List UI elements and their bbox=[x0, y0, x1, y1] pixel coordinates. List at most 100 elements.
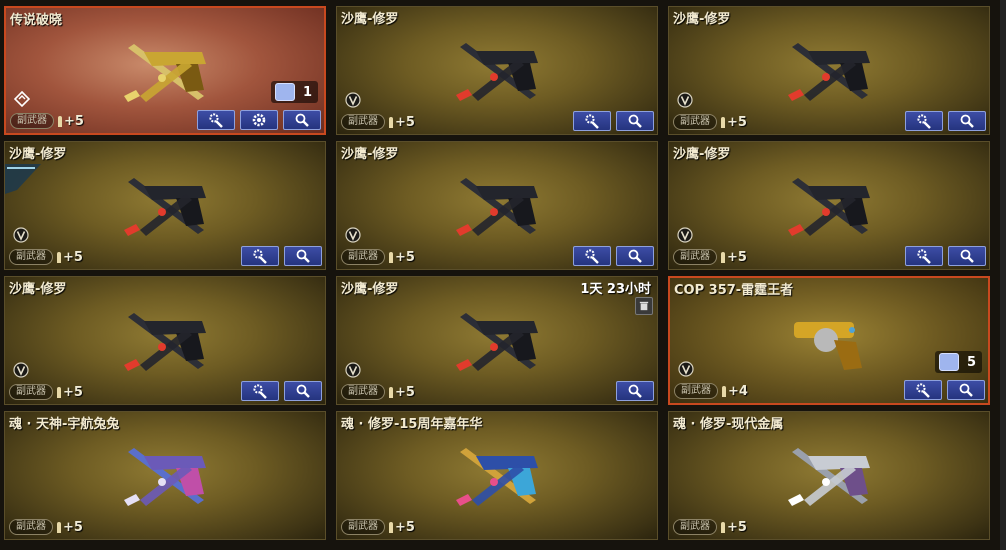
pistol-gem bbox=[822, 73, 830, 81]
upgrade-button[interactable] bbox=[904, 380, 942, 400]
bullet-icon bbox=[389, 116, 393, 128]
weapon-stats: 副武器 +5 bbox=[341, 384, 415, 400]
weapon-card[interactable]: 沙鹰-修罗 副武器 +5 bbox=[4, 141, 326, 270]
item-count-badge: 1 bbox=[270, 81, 318, 103]
category-tag: 副武器 bbox=[9, 519, 53, 535]
upgrade-button[interactable] bbox=[905, 246, 943, 266]
dark-eagle-weapon-image bbox=[456, 43, 538, 101]
weapon-card[interactable]: 沙鹰-修罗 副武器 +5 bbox=[4, 276, 326, 405]
inspect-button[interactable] bbox=[283, 110, 321, 130]
ammo-bonus: +5 bbox=[721, 115, 747, 130]
blade-tip bbox=[124, 90, 140, 102]
ammo-bonus-value: +5 bbox=[64, 113, 84, 129]
pistol-slide bbox=[476, 456, 538, 470]
settings-button[interactable] bbox=[240, 110, 278, 130]
pistol-gem bbox=[158, 343, 166, 351]
blade-tip bbox=[456, 494, 472, 506]
inspect-button[interactable] bbox=[616, 246, 654, 266]
inspect-button[interactable] bbox=[284, 246, 322, 266]
pistol-gem bbox=[490, 478, 498, 486]
scrollbar[interactable] bbox=[1000, 0, 1006, 550]
v-rank-icon bbox=[677, 92, 693, 108]
upgrade-button[interactable] bbox=[905, 111, 943, 131]
v-rank-icon bbox=[13, 362, 29, 378]
ammo-bonus: +5 bbox=[57, 250, 83, 265]
inspect-button[interactable] bbox=[616, 111, 654, 131]
ammo-bonus-value: +5 bbox=[63, 519, 83, 535]
pistol-gem bbox=[158, 208, 166, 216]
ammo-bonus: +5 bbox=[721, 520, 747, 535]
upgrade-button[interactable] bbox=[241, 381, 279, 401]
ammo-bonus-value: +5 bbox=[63, 249, 83, 265]
gold-revolver-weapon-image bbox=[794, 322, 862, 370]
upgrade-button[interactable] bbox=[573, 246, 611, 266]
wrench-gear-icon bbox=[253, 384, 267, 399]
weapon-card[interactable]: 魂 · 天神-宇航兔兔 副武器 +5 bbox=[4, 411, 326, 540]
weapon-card[interactable]: 沙鹰-修罗 副武器 +5 bbox=[668, 141, 990, 270]
dark-eagle-weapon-image bbox=[456, 313, 538, 371]
card-actions bbox=[905, 111, 986, 131]
rental-timer: 1天 23小时 bbox=[580, 282, 651, 297]
magnifier-icon bbox=[295, 113, 309, 127]
blade-tip bbox=[456, 359, 472, 371]
ammo-bonus-value: +5 bbox=[395, 249, 415, 265]
blue-eagle-weapon-image bbox=[456, 448, 538, 506]
ammo-bonus-value: +5 bbox=[395, 114, 415, 130]
weapon-card[interactable]: 传说破晓 1 副武器 +5 bbox=[4, 6, 326, 135]
weapon-stats: 副武器 +5 bbox=[9, 384, 83, 400]
ammo-bonus-value: +5 bbox=[395, 384, 415, 400]
weapon-name: 沙鹰-修罗 bbox=[673, 147, 731, 162]
weapon-card[interactable]: COP 357-雷霆王者 5 副武器 +4 bbox=[668, 276, 990, 405]
pistol-gem bbox=[822, 478, 830, 486]
magnifier-icon bbox=[628, 249, 642, 263]
v-rank-icon bbox=[345, 227, 361, 243]
weapon-name: 魂 · 修罗-现代金属 bbox=[673, 417, 784, 432]
weapon-card[interactable]: 沙鹰-修罗 1天 23小时副武器 +5 bbox=[336, 276, 658, 405]
magnifier-icon bbox=[959, 383, 973, 397]
bullet-icon bbox=[57, 386, 61, 398]
wrench-gear-icon bbox=[585, 249, 599, 264]
weapon-card[interactable]: 沙鹰-修罗 副武器 +5 bbox=[668, 6, 990, 135]
weapon-stats: 副武器 +5 bbox=[341, 114, 415, 130]
trash-icon bbox=[639, 301, 649, 311]
inspect-button[interactable] bbox=[284, 381, 322, 401]
upgrade-button[interactable] bbox=[241, 246, 279, 266]
upgrade-button[interactable] bbox=[573, 111, 611, 131]
cfs-emblem-icon bbox=[5, 164, 41, 194]
inspect-button[interactable] bbox=[616, 381, 654, 401]
bullet-icon bbox=[389, 521, 393, 533]
ammo-bonus: +5 bbox=[57, 520, 83, 535]
inspect-button[interactable] bbox=[948, 246, 986, 266]
pistol-gem bbox=[158, 478, 166, 486]
weapon-card[interactable]: 沙鹰-修罗 副武器 +5 bbox=[336, 6, 658, 135]
bullet-icon bbox=[721, 251, 725, 263]
weapon-stats: 副武器 +5 bbox=[341, 519, 415, 535]
category-tag: 副武器 bbox=[673, 114, 717, 130]
wrench-gear-icon bbox=[209, 113, 223, 128]
weapon-name: 魂 · 修罗-15周年嘉年华 bbox=[341, 417, 483, 432]
bullet-icon bbox=[721, 116, 725, 128]
weapon-name: 沙鹰-修罗 bbox=[341, 282, 399, 297]
ammo-bonus-value: +5 bbox=[727, 114, 747, 130]
weapon-name: 传说破晓 bbox=[10, 13, 63, 28]
weapon-card[interactable]: 魂 · 修罗-15周年嘉年华 副武器 +5 bbox=[336, 411, 658, 540]
bullet-icon bbox=[389, 251, 393, 263]
pistol-slide bbox=[808, 51, 870, 65]
ammo-bonus-value: +5 bbox=[727, 249, 747, 265]
inspect-button[interactable] bbox=[948, 111, 986, 131]
delete-button[interactable] bbox=[635, 297, 653, 315]
pistol-slide bbox=[476, 186, 538, 200]
inspect-button[interactable] bbox=[947, 380, 985, 400]
pistol-slide bbox=[476, 51, 538, 65]
revolver-gem bbox=[849, 327, 855, 333]
weapon-card[interactable]: 沙鹰-修罗 副武器 +5 bbox=[336, 141, 658, 270]
upgrade-button[interactable] bbox=[197, 110, 235, 130]
weapon-card[interactable]: 魂 · 修罗-现代金属 副武器 +5 bbox=[668, 411, 990, 540]
supply-box-icon bbox=[938, 353, 959, 371]
pistol-gem bbox=[822, 208, 830, 216]
ammo-bonus-value: +5 bbox=[727, 519, 747, 535]
ammo-bonus-value: +5 bbox=[63, 384, 83, 400]
category-tag: 副武器 bbox=[9, 384, 53, 400]
item-count-badge: 5 bbox=[934, 351, 982, 373]
bullet-icon bbox=[57, 521, 61, 533]
